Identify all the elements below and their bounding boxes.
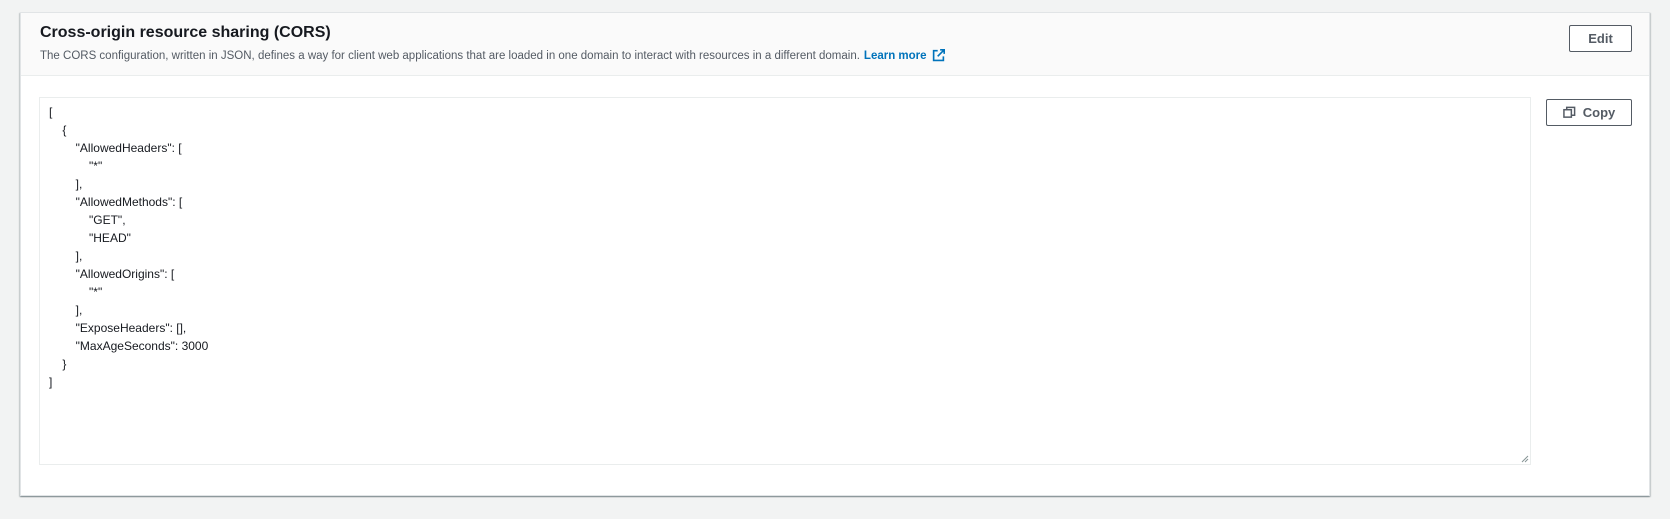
copy-button-label: Copy — [1582, 105, 1616, 120]
cors-json-code: [ { "AllowedHeaders": [ "*" ], "AllowedM… — [49, 103, 208, 391]
code-line: } — [49, 357, 67, 371]
cors-panel: Cross-origin resource sharing (CORS) The… — [20, 12, 1650, 496]
code-line: ], — [49, 303, 83, 317]
code-line: "GET", — [49, 213, 126, 227]
learn-more-link[interactable]: Learn more — [864, 49, 945, 62]
code-line: { — [49, 123, 67, 137]
code-line: "*" — [49, 285, 103, 299]
code-line: "ExposeHeaders": [], — [49, 321, 187, 335]
page-title: Cross-origin resource sharing (CORS) — [40, 24, 331, 41]
code-line: ] — [49, 375, 53, 389]
external-link-icon — [932, 49, 945, 62]
code-line: "*" — [49, 159, 103, 173]
code-line: ], — [49, 177, 83, 191]
code-line: "AllowedOrigins": [ — [49, 267, 175, 281]
cors-json-editor[interactable]: [ { "AllowedHeaders": [ "*" ], "AllowedM… — [39, 97, 1531, 465]
code-line: [ — [49, 105, 53, 119]
copy-button[interactable]: Copy — [1546, 99, 1632, 126]
edit-button[interactable]: Edit — [1569, 25, 1632, 52]
code-line: "MaxAgeSeconds": 3000 — [49, 339, 209, 353]
panel-header: Cross-origin resource sharing (CORS) The… — [21, 13, 1649, 76]
code-line: "HEAD" — [49, 231, 131, 245]
edit-button-label: Edit — [1588, 31, 1613, 46]
learn-more-label: Learn more — [863, 49, 927, 62]
code-line: "AllowedHeaders": [ — [49, 141, 182, 155]
copy-icon — [1562, 106, 1576, 118]
panel-description: The CORS configuration, written in JSON,… — [40, 49, 945, 62]
resize-handle-icon[interactable] — [1520, 454, 1529, 463]
description-text: The CORS configuration, written in JSON,… — [40, 49, 860, 62]
code-line: "AllowedMethods": [ — [49, 195, 183, 209]
code-line: ], — [49, 249, 83, 263]
